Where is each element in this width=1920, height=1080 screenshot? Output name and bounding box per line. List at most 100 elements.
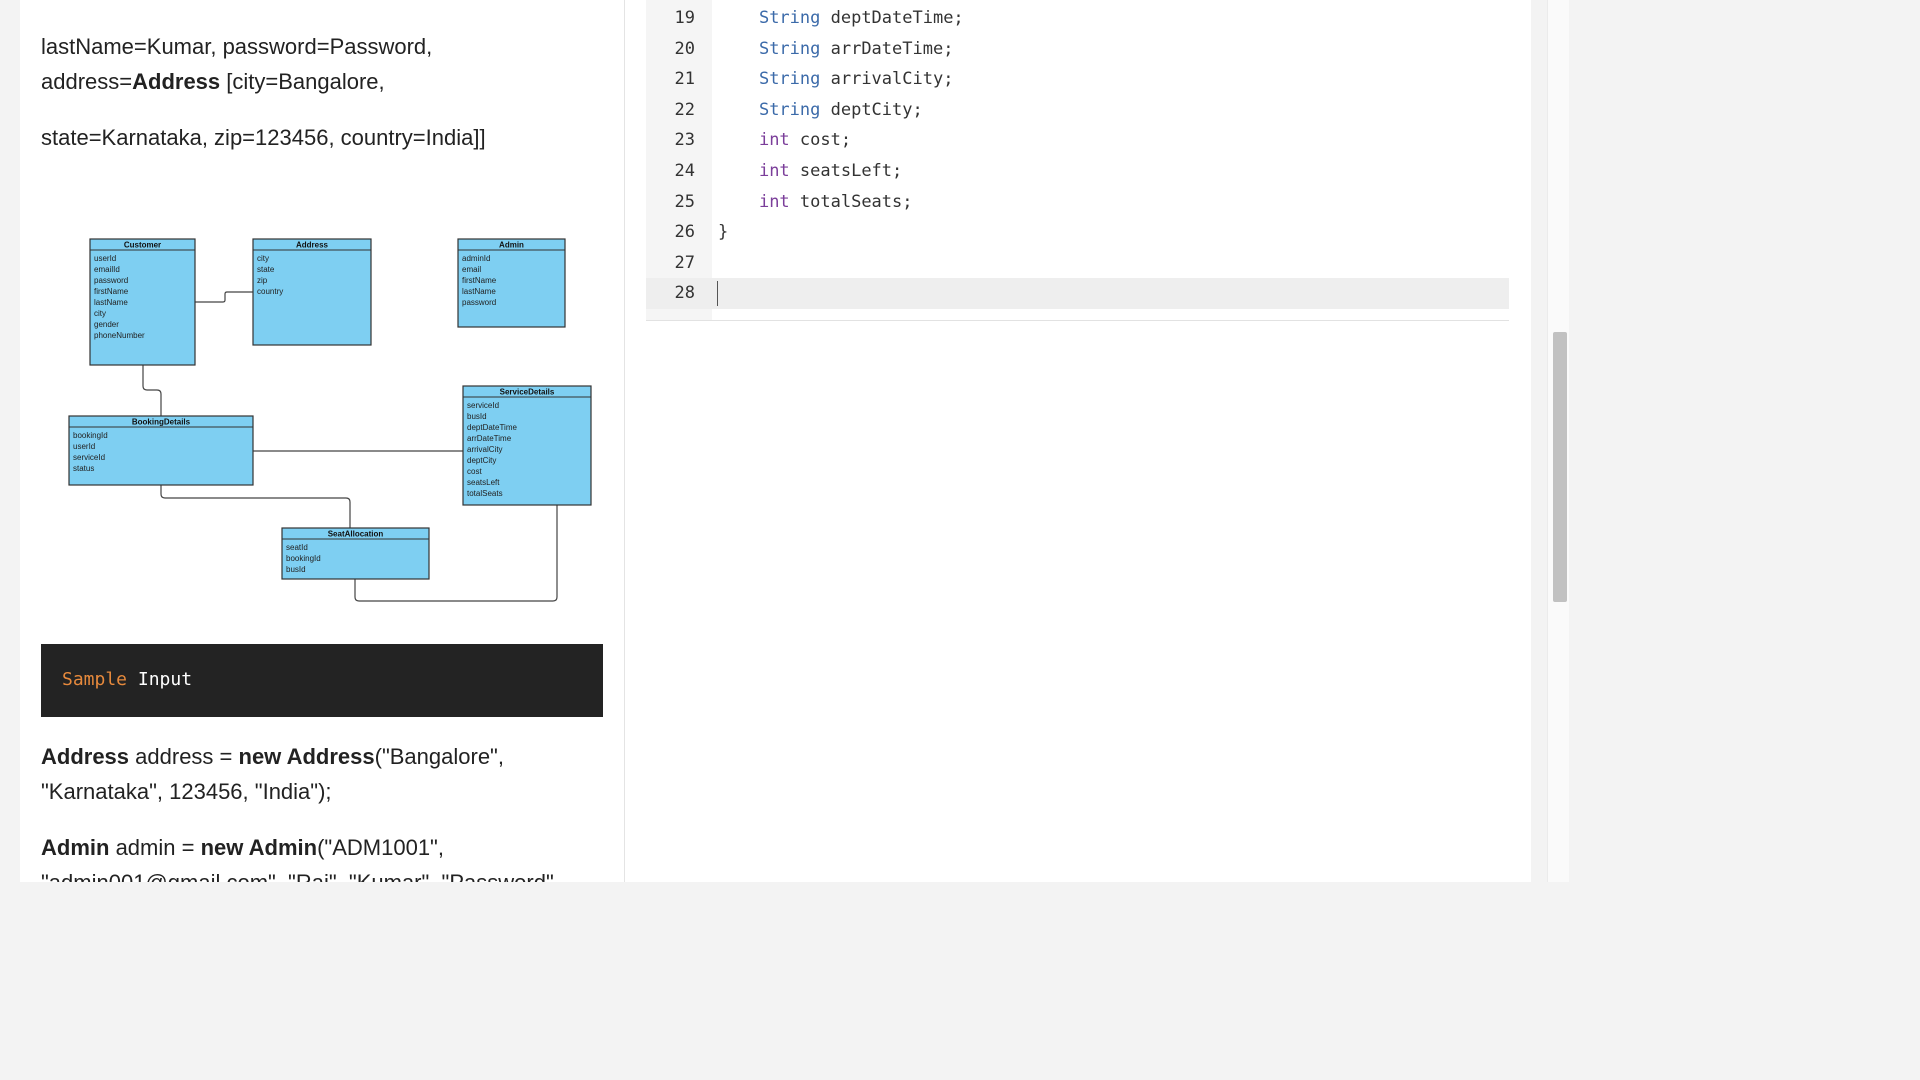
entity-service: ServiceDetailsserviceId busId deptDateTime… — [462, 385, 592, 506]
entity-title: BookingDetails — [132, 418, 191, 427]
entity-field: seatId — [286, 543, 308, 552]
code-identifier: cost; — [789, 130, 852, 151]
code-text: } — [718, 221, 728, 243]
line-number: 22 — [674, 99, 695, 120]
code-line[interactable]: 23 int cost; — [646, 125, 1509, 156]
line-number: 19 — [674, 8, 695, 28]
code-brace: } — [718, 222, 729, 243]
entity-field: lastName — [94, 298, 128, 307]
entity-field: busId — [467, 412, 487, 421]
code-identifier: deptDateTime; — [820, 8, 964, 28]
code-identifier: arrDateTime; — [820, 38, 954, 59]
text-fragment: "admin001@gmail.com", "Raj", "Kumar", "P… — [41, 870, 560, 882]
code-text: String arrDateTime; — [718, 38, 953, 60]
entity-field: serviceId — [73, 453, 105, 462]
entity-field: city — [257, 254, 269, 263]
entity-field: gender — [94, 320, 119, 329]
entity-field: adminId — [462, 254, 490, 263]
bold-keyword: new Admin — [200, 835, 318, 860]
code-text: String deptDateTime; — [718, 7, 964, 29]
code-line[interactable]: 22 String deptCity; — [646, 95, 1509, 126]
connector-customer-booking — [142, 365, 162, 416]
type-keyword: String — [758, 38, 821, 59]
entity-field: email — [462, 265, 481, 274]
code-text: int totalSeats; — [718, 191, 913, 213]
code-text: String deptCity; — [718, 99, 923, 121]
entity-admin: Admin adminId email firstName lastName passwo… — [457, 238, 566, 328]
type-keyword: String — [758, 8, 821, 28]
page-scrollbar[interactable] — [1547, 0, 1569, 882]
type-keyword: String — [758, 99, 821, 120]
line-number: 25 — [674, 191, 695, 212]
code-line[interactable]: 27 — [646, 248, 1509, 279]
entity-field: bookingId — [286, 554, 321, 563]
panel-divider[interactable] — [624, 0, 625, 882]
entity-field: password — [94, 276, 128, 285]
entity-customer: Customer userId emailId password firstName la… — [89, 238, 196, 366]
type-keyword: int — [758, 191, 790, 212]
code-line[interactable]: 20 String arrDateTime; — [646, 34, 1509, 65]
line-number: 21 — [674, 69, 695, 90]
entity-field: serviceId — [467, 401, 499, 410]
entity-field: phoneNumber — [94, 331, 145, 340]
entity-field: deptDateTime — [467, 423, 518, 432]
problem-description-panel: lastName=Kumar, password=Password, addre… — [20, 0, 624, 882]
entity-field: password — [462, 298, 496, 307]
entity-field: seatsLeft — [467, 478, 500, 487]
entity-field: bookingId — [73, 431, 108, 440]
line-number: 20 — [674, 38, 695, 59]
line-number: 23 — [674, 130, 695, 151]
app-root: lastName=Kumar, password=Password, addre… — [0, 0, 1569, 882]
diagram-entities: Customer userId emailId password firstName la… — [68, 238, 592, 580]
bold-keyword: Address — [41, 744, 130, 769]
entity-title: Address — [296, 241, 329, 250]
entity-address: Address city state zip country — [252, 238, 372, 346]
entity-field: busId — [286, 565, 306, 574]
entity-field: userId — [94, 254, 116, 263]
code-identifier: arrivalCity; — [820, 69, 954, 90]
code-line[interactable]: 21 String arrivalCity; — [646, 64, 1509, 95]
entity-title: Admin — [499, 241, 524, 250]
code-line-active[interactable]: 28 — [646, 278, 1509, 310]
text-fragment: admin = — [109, 835, 201, 860]
text-cursor — [717, 281, 718, 307]
line-number: 27 — [674, 252, 695, 273]
text-fragment: [city=Bangalore, — [220, 69, 385, 94]
text-fragment: ("ADM1001", — [317, 835, 444, 860]
connector-booking-seat — [160, 485, 351, 528]
scrollbar-thumb[interactable] — [1553, 332, 1567, 602]
sample-keyword: Sample — [62, 669, 128, 690]
code-text: int seatsLeft; — [718, 160, 902, 182]
code-text: String arrivalCity; — [718, 68, 953, 90]
type-keyword: int — [758, 130, 790, 151]
entity-field: totalSeats — [467, 489, 503, 498]
entity-field: country — [257, 287, 283, 296]
connector-customer-address — [195, 291, 253, 303]
entity-field: deptCity — [467, 456, 496, 465]
code-line[interactable]: 26} — [646, 217, 1509, 248]
line-number: 24 — [674, 161, 695, 181]
code-editor[interactable]: 19 String deptDateTime; 20 String arrDate… — [646, 0, 1509, 321]
code-line[interactable]: 25 int totalSeats; — [646, 187, 1509, 218]
entity-booking: BookingDetails bookingId userId serviceId st… — [68, 415, 254, 486]
sample-admin-line: Admin admin = new Admin("ADM1001", "admi… — [41, 830, 606, 882]
input-word: Input — [137, 669, 193, 690]
entity-field: zip — [257, 276, 268, 285]
code-identifier: deptCity; — [820, 99, 923, 120]
sample-address-line: Address address = new Address("Bangalore… — [41, 739, 606, 809]
entity-field: firstName — [94, 287, 129, 296]
bold-keyword: Address — [132, 69, 221, 94]
text-fragment: address = — [129, 744, 239, 769]
code-line[interactable]: 24 int seatsLeft; — [646, 156, 1509, 187]
sample-input-header: Sample Input — [41, 644, 603, 717]
code-line[interactable]: 19 String deptDateTime; — [646, 3, 1509, 34]
entity-field: status — [73, 464, 94, 473]
entity-field: firstName — [462, 276, 497, 285]
address-output-line: state=Karnataka, zip=123456, country=Ind… — [41, 125, 486, 150]
code-text: int cost; — [718, 129, 851, 151]
entity-field: arrDateTime — [467, 434, 512, 443]
entity-seat: SeatAllocation seatId bookingId busId — [281, 527, 430, 580]
entity-field: cost — [467, 467, 482, 476]
type-keyword: String — [758, 69, 821, 90]
entity-title: SeatAllocation — [328, 530, 384, 539]
